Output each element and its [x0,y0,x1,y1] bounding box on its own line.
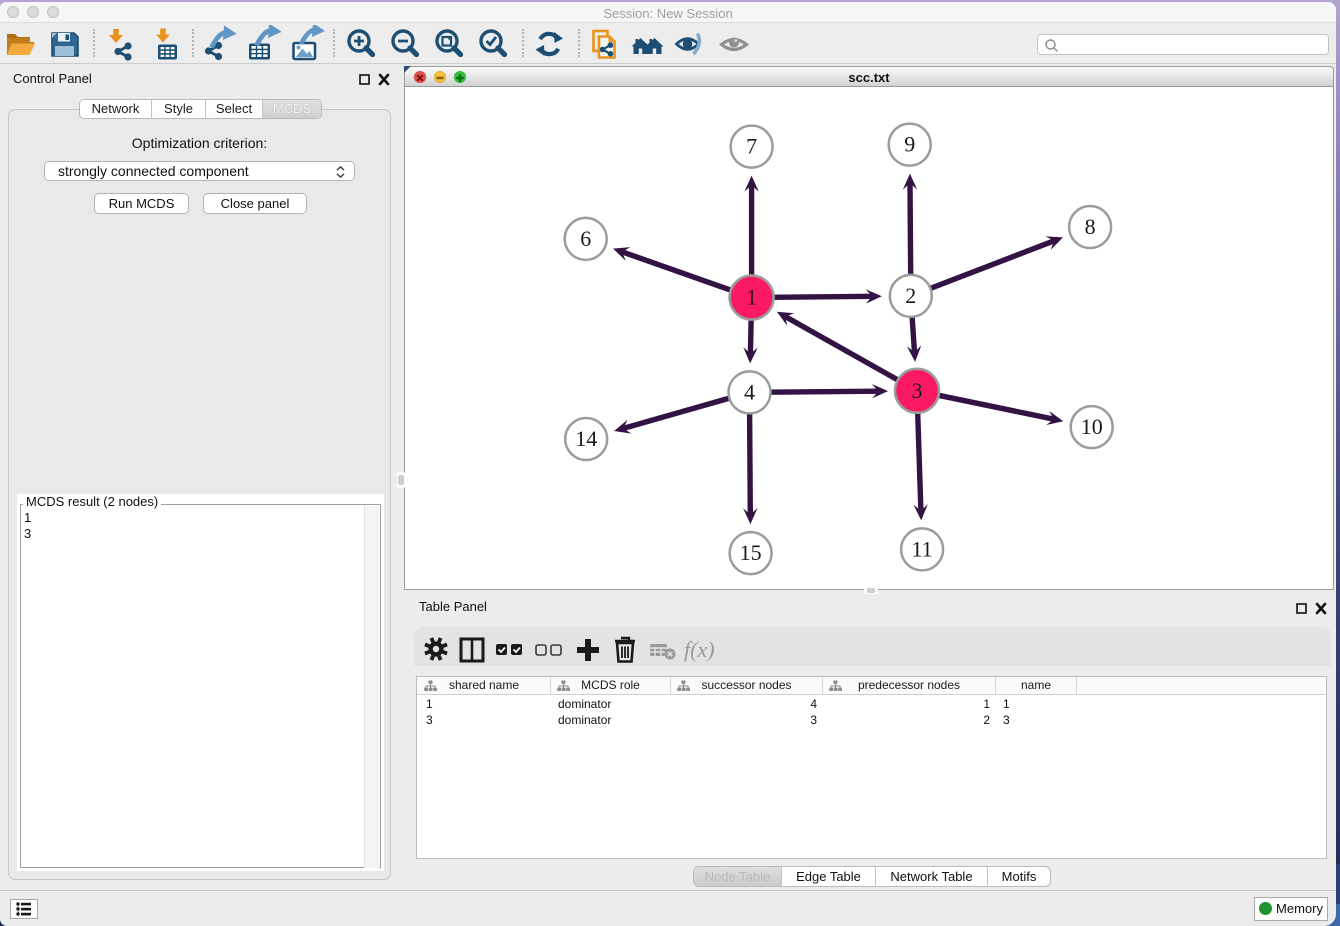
svg-text:3: 3 [912,378,923,403]
svg-text:15: 15 [740,540,762,565]
svg-text:8: 8 [1085,214,1096,239]
svg-text:7: 7 [746,134,757,159]
svg-text:11: 11 [912,536,933,561]
svg-text:f(x): f(x) [684,637,715,662]
svg-text:6: 6 [580,226,591,251]
svg-text:2: 2 [905,283,916,308]
svg-text:1: 1 [746,285,757,310]
svg-text:10: 10 [1081,414,1103,439]
svg-text:14: 14 [575,426,597,451]
svg-text:9: 9 [904,132,915,157]
svg-text:4: 4 [744,379,755,404]
